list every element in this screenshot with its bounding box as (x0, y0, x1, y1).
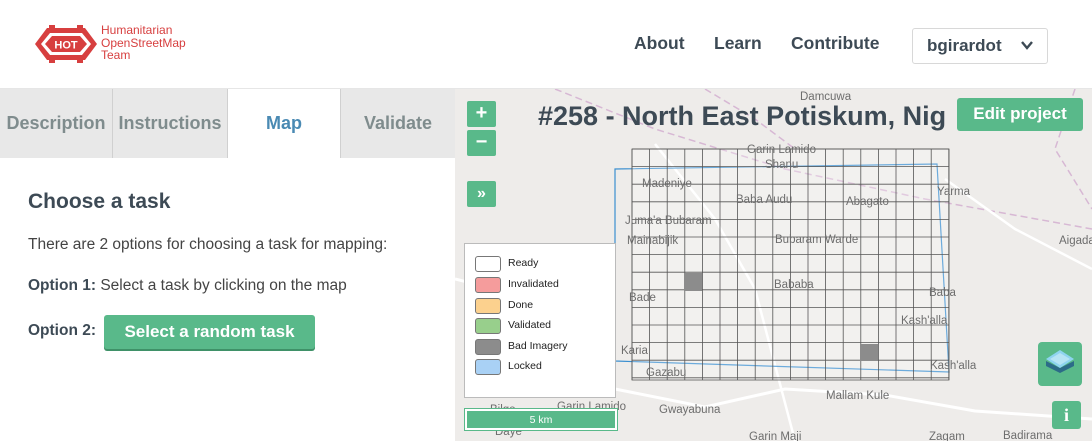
place-label: Bababa (774, 279, 814, 291)
select-random-task-button[interactable]: Select a random task (104, 315, 315, 349)
nav-about[interactable]: About (634, 33, 685, 54)
legend-swatch (475, 339, 501, 355)
option-1-label: Option 1: (28, 277, 97, 294)
place-label: Gazabu (646, 367, 687, 379)
logo-text: Humanitarian OpenStreetMap Team (101, 24, 186, 62)
legend-label: Locked (508, 360, 542, 372)
tab-instructions[interactable]: Instructions (113, 89, 228, 158)
legend-swatch (475, 277, 501, 293)
place-label: Bubaram Warde (775, 234, 859, 246)
place-label: Juma'a Bubaram (625, 215, 712, 227)
option-1: Option 1: Select a task by clicking on t… (28, 277, 347, 295)
chevron-down-icon (1021, 41, 1033, 50)
place-label: Garin Maji (749, 431, 802, 441)
hot-logo-icon: HOT (35, 25, 97, 63)
option-2: Option 2: (28, 322, 96, 340)
map-legend: Ready Invalidated Done Validated Bad Ima… (464, 243, 616, 398)
option-1-text: Select a task by clicking on the map (100, 277, 347, 294)
map-scale-bar: 5 km (464, 408, 618, 431)
task-panel: Description Instructions Map Validate Ch… (0, 89, 455, 441)
tab-description[interactable]: Description (0, 89, 113, 158)
tab-validate[interactable]: Validate (341, 89, 455, 158)
legend-swatch (475, 256, 501, 272)
choose-task-intro: There are 2 options for choosing a task … (28, 236, 388, 253)
expand-panel-button[interactable]: » (467, 181, 496, 207)
choose-task-title: Choose a task (28, 190, 171, 213)
legend-label: Ready (508, 257, 539, 269)
place-label: Badirama (1003, 430, 1053, 441)
info-button[interactable]: i (1052, 401, 1081, 429)
hot-logo[interactable]: HOT Humanitarian OpenStreetMap Team (35, 24, 205, 64)
zoom-in-button[interactable]: + (467, 101, 496, 127)
nav-learn[interactable]: Learn (714, 33, 762, 54)
place-label: Aigada (1059, 235, 1092, 247)
zoom-out-button[interactable]: − (467, 130, 496, 156)
legend-label: Bad Imagery (508, 340, 568, 352)
layers-button[interactable] (1038, 342, 1082, 386)
place-label: Shanu (765, 159, 799, 171)
legend-swatch (475, 298, 501, 314)
project-title: #258 - North East Potiskum, Nig (538, 101, 947, 131)
place-label: Zagam (929, 431, 965, 441)
place-label: Madeniye (642, 178, 692, 190)
legend-label: Invalidated (508, 278, 559, 290)
edit-project-button[interactable]: Edit project (957, 98, 1083, 131)
logo-line-3: Team (101, 48, 131, 62)
place-label: Mainabijik (627, 235, 679, 247)
username: bgirardot (927, 36, 1002, 55)
legend-label: Done (508, 299, 534, 311)
legend-swatch (475, 318, 501, 334)
top-header: HOT Humanitarian OpenStreetMap Team Abou… (0, 0, 1092, 89)
user-menu-button[interactable]: bgirardot (912, 28, 1048, 64)
legend-label: Validated (508, 319, 552, 331)
logo-line-1: Humanitarian (101, 23, 173, 37)
tab-map[interactable]: Map (227, 89, 341, 158)
place-label: Yarma (937, 186, 971, 198)
nav-contribute[interactable]: Contribute (791, 33, 879, 54)
option-2-label: Option 2: (28, 322, 97, 339)
svg-text:HOT: HOT (54, 40, 78, 52)
place-label: Garin Lamido (747, 144, 817, 156)
layers-icon (1046, 350, 1074, 373)
panel-tabs: Description Instructions Map Validate (0, 89, 455, 158)
place-label: Abagato (846, 196, 889, 208)
place-label: Gwayabuna (659, 404, 721, 416)
place-label: Baba Audu (736, 194, 793, 206)
place-label: Kash'alla (930, 360, 977, 372)
legend-swatch (475, 359, 501, 375)
task-map[interactable]: Damcuwa Garin Lamido Shanu Madeniye Baba… (455, 89, 1092, 441)
place-label: Bade (629, 292, 656, 304)
place-label: Karia (621, 345, 648, 357)
place-label: Mallam Kule (826, 390, 890, 402)
place-label: Kash'alla (901, 315, 948, 327)
place-label: Baba (929, 287, 956, 299)
